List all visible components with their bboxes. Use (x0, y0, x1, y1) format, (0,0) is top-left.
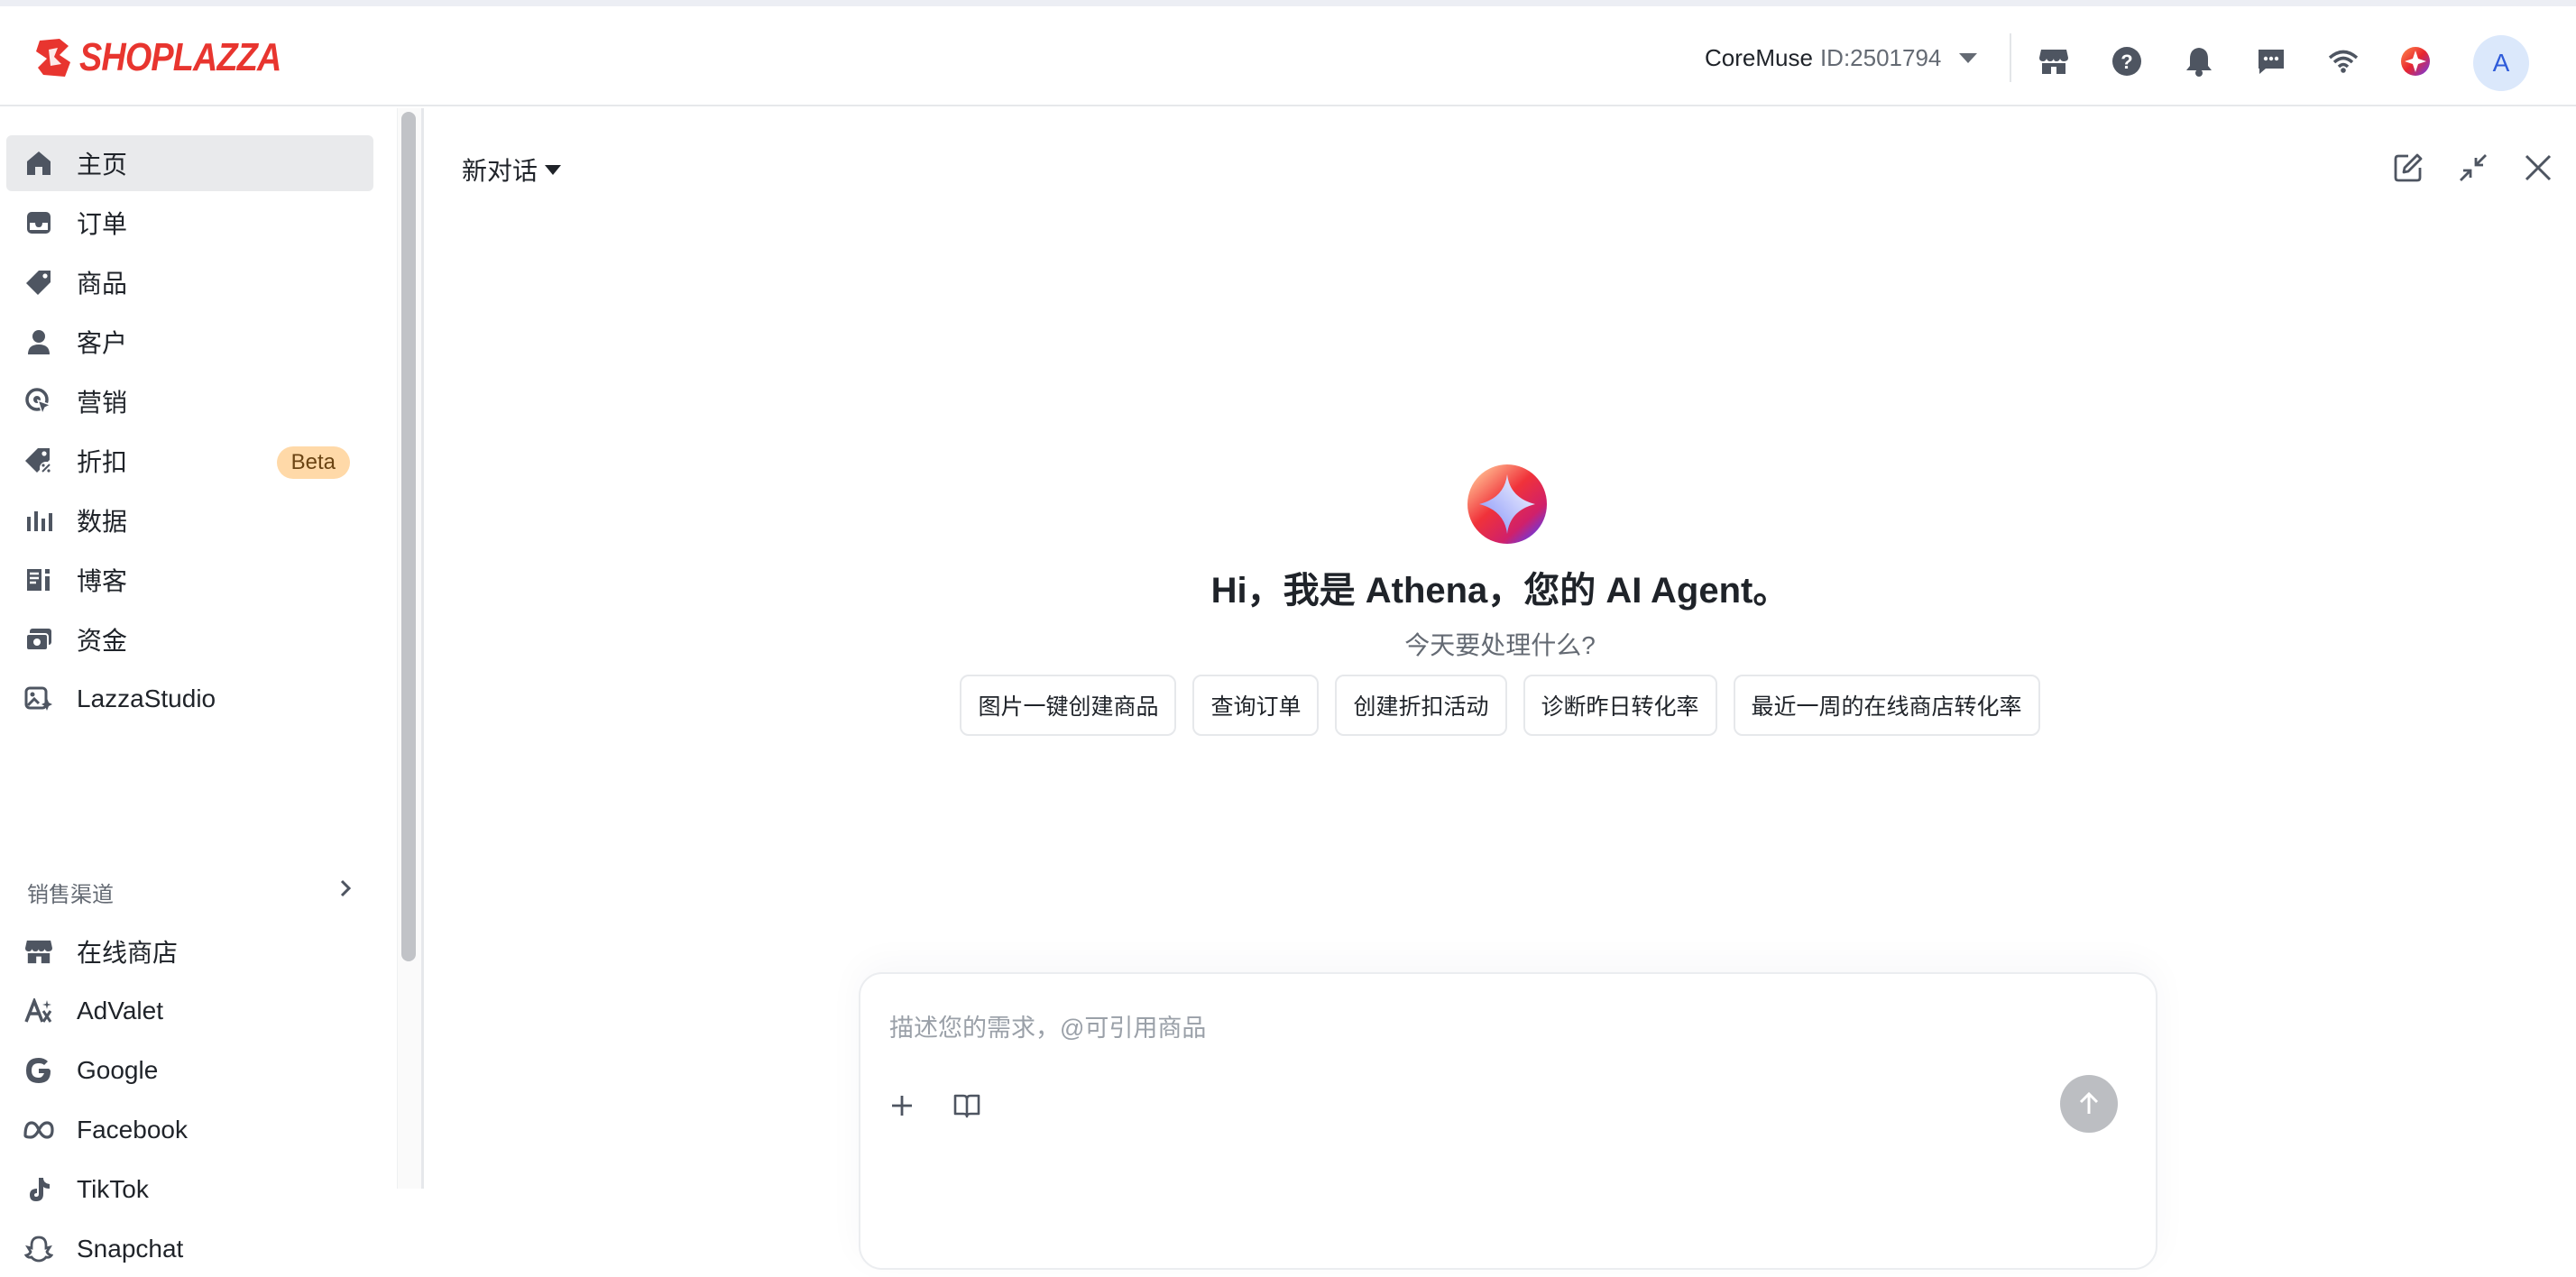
sidebar-item-orders[interactable]: 订单 (6, 195, 373, 251)
arrow-up-icon (2079, 1091, 2099, 1114)
logo-text: SHOPLAZZA (79, 35, 281, 79)
suggestion-chip[interactable]: 创建折扣活动 (1335, 675, 1507, 736)
channel-snapchat[interactable]: Snapchat (6, 1221, 373, 1277)
home-icon (23, 147, 55, 179)
sidebar-item-blog[interactable]: 博客 (6, 552, 373, 608)
sidebar-scrollbar[interactable] (401, 112, 416, 961)
sidebar-item-label: 客户 (77, 329, 128, 357)
channel-label: TikTok (77, 1175, 149, 1203)
chat-input[interactable] (889, 1008, 2062, 1048)
google-icon (23, 1054, 55, 1087)
beta-badge: Beta (276, 446, 350, 479)
tag-icon (23, 266, 55, 299)
chat-composer (859, 972, 2157, 1270)
suggestion-chip[interactable]: 诊断昨日转化率 (1523, 675, 1717, 736)
suggestion-chips: 图片一键创建商品 查询订单 创建折扣活动 诊断昨日转化率 最近一周的在线商店转化… (424, 675, 2576, 736)
send-button[interactable] (2060, 1075, 2118, 1133)
meta-icon (23, 1114, 55, 1146)
athena-chat-panel: 新对话 Hi，我是 Athena，您的 AI Agent。 今天要处理什么? 图… (424, 108, 2576, 1270)
snapchat-icon (23, 1233, 55, 1265)
sidebar-item-analytics[interactable]: 数据 (6, 492, 373, 548)
bar-chart-icon (23, 504, 55, 537)
sidebar-item-home[interactable]: 主页 (6, 135, 373, 191)
studio-icon (23, 683, 55, 715)
conversation-selector[interactable]: 新对话 (462, 152, 562, 188)
sidebar-item-label: 资金 (77, 627, 128, 655)
sidebar: 主页 订单 商品 客户 营销 折扣 Beta 数据 博客 资金 LazzaStu… (0, 108, 397, 1263)
bell-icon[interactable] (2183, 45, 2215, 78)
channel-label: AdValet (77, 997, 163, 1024)
store-id: ID:2501794 (1819, 44, 1942, 71)
athena-logo-icon (1467, 464, 1548, 545)
suggestion-chip[interactable]: 最近一周的在线商店转化率 (1733, 675, 2040, 736)
top-bar: SHOPLAZZA CoreMuse ID:2501794 ? A (0, 6, 2576, 106)
greeting-title: Hi，我是 Athena，您的 AI Agent。 (1210, 571, 1789, 611)
conversation-title: 新对话 (462, 157, 538, 185)
target-icon (23, 385, 55, 418)
suggestion-chip[interactable]: 图片一键创建商品 (960, 675, 1177, 736)
channel-tiktok[interactable]: TikTok (6, 1162, 373, 1217)
inbox-icon (23, 207, 55, 239)
add-attachment-icon[interactable] (882, 1086, 922, 1125)
channel-online-store[interactable]: 在线商店 (6, 923, 373, 979)
shoplazza-logo[interactable]: SHOPLAZZA (32, 35, 314, 80)
sidebar-item-lazzastudio[interactable]: LazzaStudio (6, 671, 373, 727)
discount-tag-icon (23, 445, 55, 477)
close-icon[interactable] (2518, 148, 2558, 188)
wifi-icon[interactable] (2327, 45, 2360, 78)
channel-label: Snapchat (77, 1235, 184, 1263)
tiktok-icon (23, 1173, 55, 1206)
store-icon (23, 935, 55, 968)
sidebar-item-finance[interactable]: 资金 (6, 611, 373, 667)
sales-channels-title: 销售渠道 (27, 883, 114, 907)
header-divider (2010, 33, 2011, 82)
new-chat-edit-icon[interactable] (2388, 148, 2428, 188)
sidebar-item-marketing[interactable]: 营销 (6, 373, 373, 429)
help-icon[interactable]: ? (2111, 45, 2143, 78)
sidebar-item-customers[interactable]: 客户 (6, 314, 373, 370)
book-icon[interactable] (947, 1086, 987, 1125)
channel-label: Google (77, 1056, 159, 1084)
blog-icon (23, 564, 55, 596)
store-switcher[interactable]: CoreMuse ID:2501794 (1705, 44, 1978, 72)
minimize-icon[interactable] (2453, 148, 2493, 188)
money-icon (23, 623, 55, 656)
svg-text:?: ? (2121, 51, 2132, 73)
sidebar-item-label: 数据 (77, 508, 128, 536)
channel-label: Facebook (77, 1116, 188, 1144)
sidebar-item-discounts[interactable]: 折扣 Beta (6, 433, 373, 489)
advalet-icon (23, 995, 55, 1027)
sidebar-item-label: 折扣 (77, 448, 128, 476)
channel-label: 在线商店 (77, 939, 179, 967)
chevron-right-icon[interactable] (337, 878, 354, 903)
sidebar-item-label: 商品 (77, 270, 128, 298)
sidebar-item-label: 博客 (77, 567, 128, 595)
sidebar-item-label: 订单 (77, 210, 128, 238)
chevron-down-icon (1959, 53, 1978, 63)
person-icon (23, 326, 55, 358)
channel-facebook[interactable]: Facebook (6, 1102, 373, 1158)
sidebar-item-label: LazzaStudio (77, 684, 216, 712)
shoplazza-logo-icon (36, 39, 70, 77)
channel-google[interactable]: Google (6, 1043, 373, 1098)
store-icon[interactable] (2038, 45, 2070, 78)
sidebar-item-label: 主页 (77, 151, 128, 179)
channel-advalet[interactable]: AdValet (6, 983, 373, 1039)
top-strip (0, 0, 2576, 6)
avatar[interactable]: A (2473, 35, 2529, 91)
store-name: CoreMuse (1705, 44, 1813, 71)
athena-icon[interactable] (2399, 45, 2432, 78)
suggestion-chip[interactable]: 查询订单 (1192, 675, 1320, 736)
sidebar-item-products[interactable]: 商品 (6, 254, 373, 310)
message-icon[interactable] (2255, 45, 2287, 78)
sidebar-item-label: 营销 (77, 389, 128, 417)
caret-down-icon (545, 164, 562, 175)
greeting-subtitle: 今天要处理什么? (1404, 631, 1596, 659)
